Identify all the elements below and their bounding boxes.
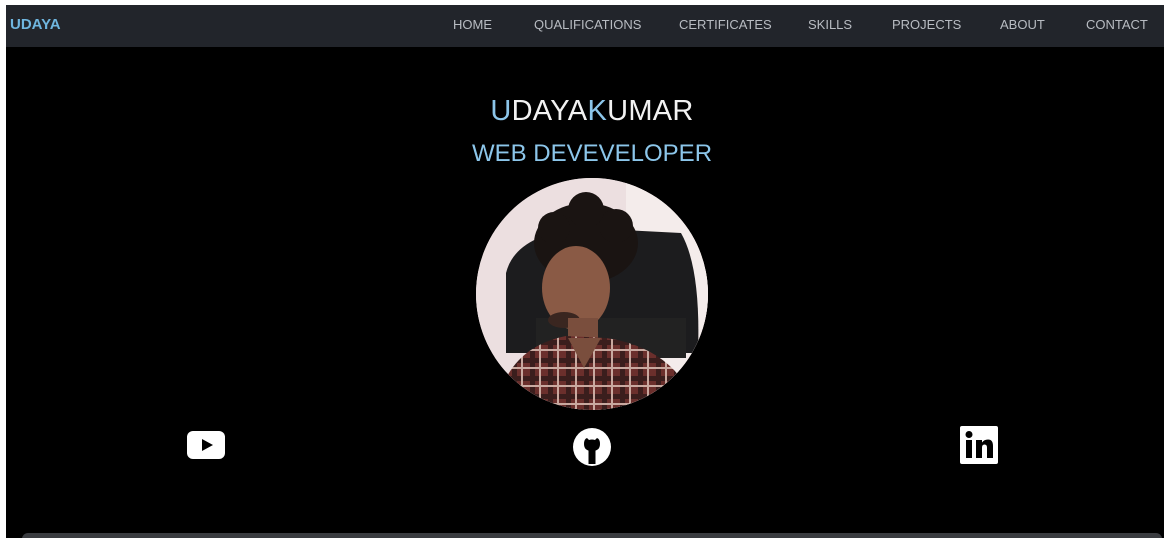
next-section-panel <box>22 533 1162 538</box>
youtube-icon[interactable] <box>187 431 225 459</box>
name-part-daya: DAYA <box>511 95 588 127</box>
navbar: UDAYA HOME QUALIFICATIONS CERTIFICATES S… <box>6 5 1164 47</box>
nav-link-projects[interactable]: PROJECTS <box>892 17 961 32</box>
name-initial-k: K <box>587 95 608 127</box>
hero-role: WEB DEVEVELOPER <box>471 140 713 167</box>
github-icon[interactable] <box>573 428 611 466</box>
nav-link-contact[interactable]: CONTACT <box>1086 17 1148 32</box>
linkedin-icon[interactable] <box>960 426 998 464</box>
nav-link-qualifications[interactable]: QUALIFICATIONS <box>534 17 641 32</box>
hero-name: UDAYAKUMAR <box>6 95 1164 128</box>
nav-link-certificates[interactable]: CERTIFICATES <box>679 17 772 32</box>
brand-logo[interactable]: UDAYA <box>10 16 61 33</box>
profile-photo <box>476 178 708 410</box>
name-initial-u: U <box>490 95 512 127</box>
nav-link-skills[interactable]: SKILLS <box>808 17 852 32</box>
page: UDAYA HOME QUALIFICATIONS CERTIFICATES S… <box>6 5 1164 538</box>
nav-link-home[interactable]: HOME <box>453 17 492 32</box>
nav-link-about[interactable]: ABOUT <box>1000 17 1045 32</box>
name-part-umar: UMAR <box>607 95 694 127</box>
